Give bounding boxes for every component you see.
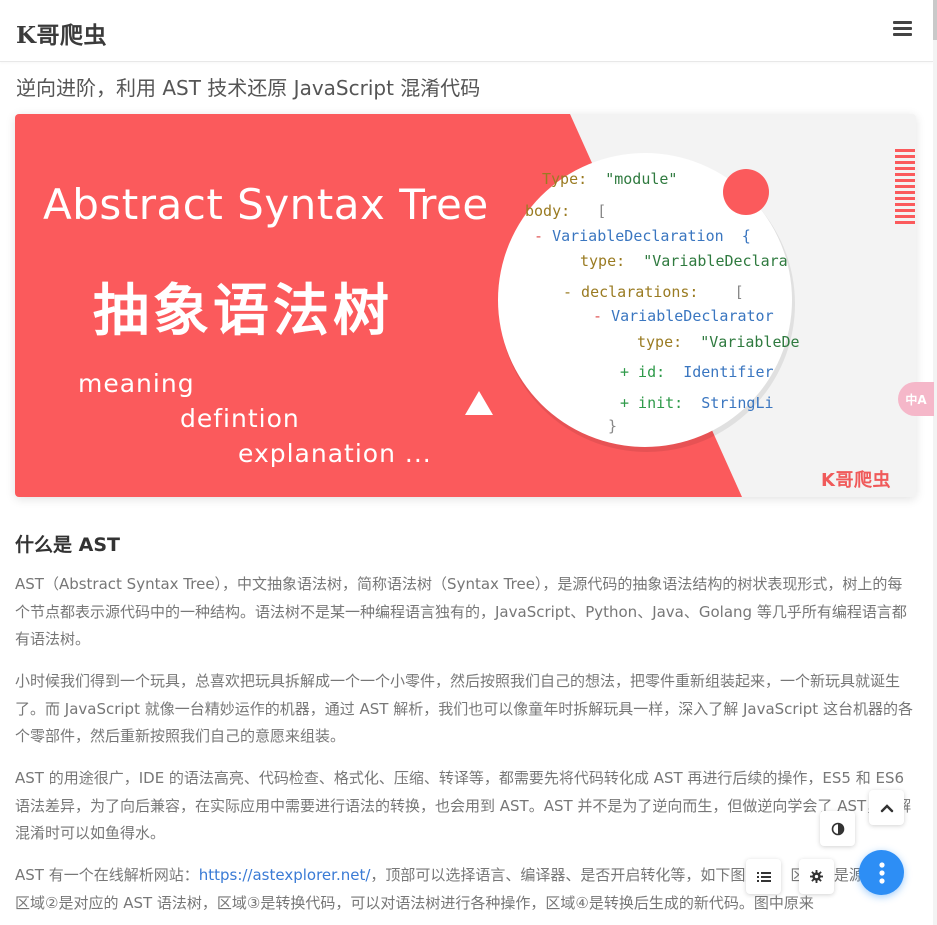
contrast-icon [831, 822, 844, 835]
banner-word-explanation: explanation ... [238, 439, 432, 468]
stripe-decoration [895, 149, 915, 224]
gear-icon [810, 870, 823, 883]
code-line: - VariableDeclarator [593, 307, 774, 325]
astexplorer-link[interactable]: https://astexplorer.net/ [199, 866, 371, 884]
paragraph: 小时候我们得到一个玩具，总喜欢把玩具拆解成一个一个小零件，然后按照我们自己的想法… [15, 672, 913, 745]
code-line: + id: Identifier [620, 363, 774, 381]
banner-english-title: Abstract Syntax Tree [43, 180, 489, 229]
banner-word-meaning: meaning [78, 369, 195, 398]
post-title: 逆向进阶，利用 AST 技术还原 JavaScript 混淆代码 [16, 76, 481, 100]
scrollbar-track[interactable] [933, 0, 937, 925]
paragraph: AST（Abstract Syntax Tree），中文抽象语法树，简称语法树（… [15, 575, 907, 648]
paragraph: AST 的用途很广，IDE 的语法高亮、代码检查、格式化、压缩、转译等，都需要先… [15, 769, 912, 842]
code-line: type: "VariableDeclara [580, 252, 788, 270]
back-to-top-button[interactable] [869, 790, 904, 825]
site-logo[interactable]: K哥爬虫 [16, 16, 107, 50]
banner-chinese-title: 抽象语法树 [93, 279, 393, 344]
banner-word-definition: defintion [180, 404, 300, 433]
code-line: body: [ [525, 202, 607, 220]
dark-mode-toggle[interactable] [820, 811, 855, 846]
cover-image: Abstract Syntax Tree 抽象语法树 meaning defin… [15, 114, 916, 497]
hamburger-menu-icon[interactable] [889, 18, 915, 42]
chevron-up-icon [880, 803, 893, 812]
more-actions-button[interactable] [859, 850, 904, 895]
code-line: - VariableDeclaration { [534, 227, 751, 245]
section-heading: 什么是 AST [15, 534, 120, 556]
table-of-contents-button[interactable] [746, 859, 781, 894]
top-navbar: K哥爬虫 [0, 0, 933, 62]
code-line: } [608, 417, 618, 435]
translate-icon[interactable]: 中A [898, 382, 934, 416]
code-line: - declarations: [ [563, 283, 744, 301]
scrollbar-thumb[interactable] [933, 0, 937, 40]
settings-button[interactable] [799, 859, 834, 894]
code-line: type: "VariableDe [637, 333, 800, 351]
banner-watermark-logo: K哥爬虫 [821, 470, 891, 491]
list-icon [756, 871, 771, 882]
paragraph-text: AST 有一个在线解析网站： [15, 866, 199, 884]
code-line: Type: "module" [542, 170, 678, 188]
vertical-ellipsis-icon [878, 861, 885, 884]
code-line: + init: StringLi [620, 394, 774, 412]
paragraph: AST 有一个在线解析网站：https://astexplorer.net/，顶… [15, 862, 917, 917]
